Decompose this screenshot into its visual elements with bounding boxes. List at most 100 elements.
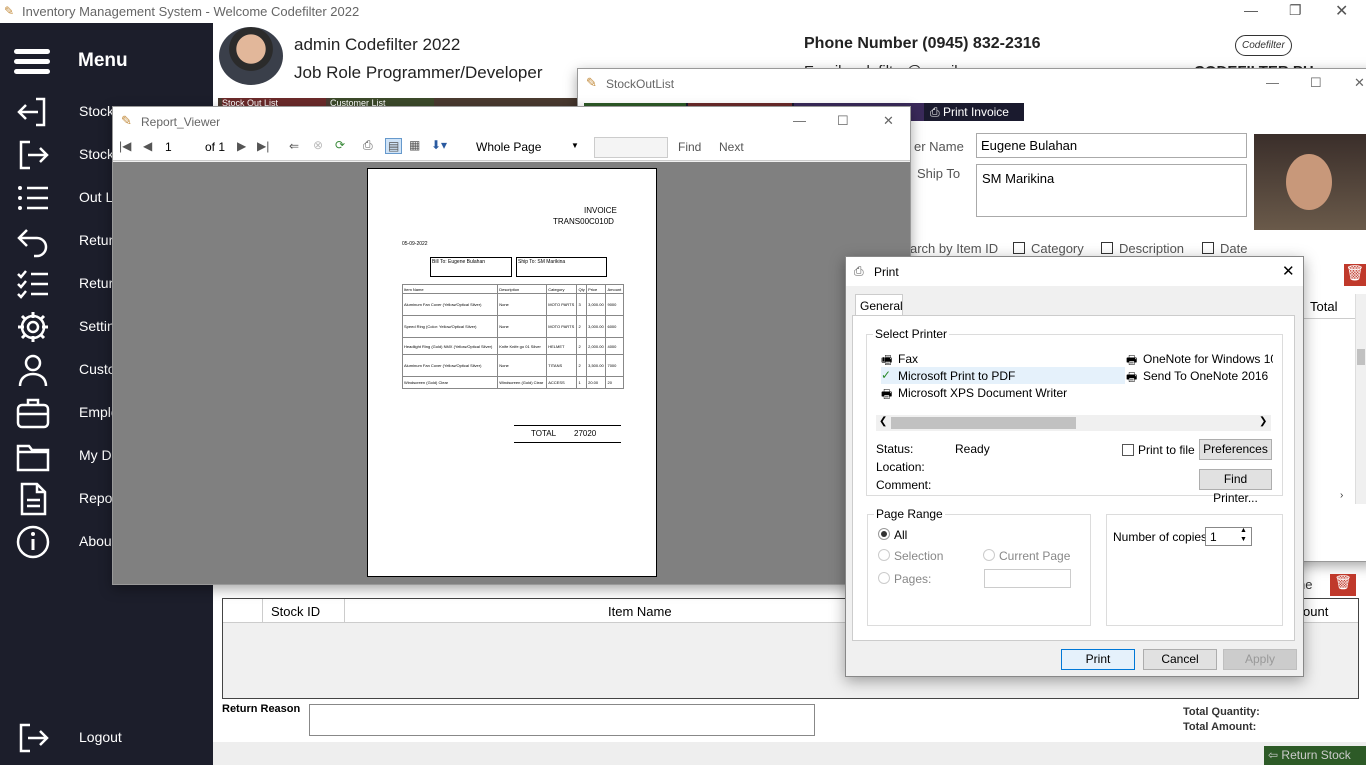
minimize-icon[interactable]: — <box>1244 2 1258 18</box>
stop-icon[interactable]: ⊗ <box>313 138 323 152</box>
page-number-input[interactable]: 1 <box>165 140 172 154</box>
invoice-total-label: TOTAL <box>531 429 557 438</box>
print-to-file-checkbox[interactable] <box>1122 444 1134 456</box>
print-invoice-button[interactable]: ⎙ Print Invoice <box>926 103 1024 121</box>
scroll-right-icon[interactable]: › <box>1340 490 1343 501</box>
printer-icon: 🖶 <box>881 387 893 401</box>
find-printer-button[interactable]: Find Printer... <box>1199 469 1272 505</box>
report-viewer-title: Report_Viewer <box>141 115 221 129</box>
scrollbar-thumb[interactable] <box>891 417 1076 429</box>
date-checkbox[interactable] <box>1202 242 1214 254</box>
stockoutlist-minimize-icon[interactable]: — <box>1266 75 1279 90</box>
copies-stepper[interactable]: 1 ▲ ▼ <box>1205 527 1252 546</box>
scroll-right-icon[interactable]: ❯ <box>1259 416 1267 427</box>
description-checkbox[interactable] <box>1101 242 1113 254</box>
all-radio[interactable] <box>878 528 890 540</box>
find-input[interactable] <box>594 137 668 158</box>
current-page-radio[interactable] <box>983 549 995 561</box>
printer-icon: 🖶 <box>1126 353 1138 367</box>
prev-page-icon[interactable]: ◀ <box>143 139 152 153</box>
col-stock-id: Stock ID <box>271 604 321 619</box>
report-toolbar: |◀ ◀ 1 of 1 ▶ ▶| ⇐ ⊗ ⟳ ⎙ ▤ ▦ ⬇▾ Whole Pa… <box>113 135 910 161</box>
delete-icon[interactable]: 🗑 <box>1344 264 1366 286</box>
invoice-total-box: TOTAL 27020 <box>514 425 621 443</box>
invoice-table: Item Name Description Category Qty Price… <box>401 284 624 389</box>
logout-button[interactable]: Logout <box>0 717 213 760</box>
pages-radio[interactable] <box>878 572 890 584</box>
printer-item-fax[interactable]: 🖷 Fax <box>881 350 1121 367</box>
restore-icon[interactable]: ❐ <box>1289 2 1302 19</box>
print-dialog-close-icon[interactable]: ✕ <box>1282 262 1295 280</box>
logout-icon <box>19 723 49 753</box>
preferences-button[interactable]: Preferences <box>1199 439 1272 460</box>
delete-icon-2[interactable]: 🗑 <box>1330 574 1356 596</box>
list-icon <box>18 186 48 210</box>
stockoutlist-maximize-icon[interactable]: ☐ <box>1310 75 1322 91</box>
return-reason-input[interactable] <box>309 704 815 736</box>
print-to-file-label: Print to file <box>1138 443 1195 457</box>
find-button[interactable]: Find <box>678 140 701 154</box>
printer-item-onenote-windows[interactable]: 🖶 OneNote for Windows 10 <box>1126 350 1273 367</box>
invoice-trans-number: TRANS00C010D <box>553 217 614 226</box>
table-row: Headlight Ring (Gold) NMX (Yellow/Optica… <box>401 337 624 355</box>
printer-item-xps[interactable]: 🖶 Microsoft XPS Document Writer <box>881 384 1121 401</box>
first-page-icon[interactable]: |◀ <box>119 139 131 153</box>
zoom-select[interactable]: Whole Page ▼ <box>473 137 581 157</box>
cancel-button[interactable]: Cancel <box>1143 649 1217 670</box>
printer-item-microsoft-print-to-pdf[interactable]: ✓ Microsoft Print to PDF <box>881 367 1125 384</box>
last-page-icon[interactable]: ▶| <box>257 139 269 153</box>
report-close-icon[interactable]: ✕ <box>883 113 894 129</box>
window-logo-icon: ✎ <box>121 113 132 128</box>
chevron-down-icon[interactable]: ▼ <box>1240 536 1247 543</box>
customer-name-input[interactable]: Eugene Bulahan <box>976 133 1247 158</box>
status-value: Ready <box>955 442 990 456</box>
table-row: Aluminum Fan Cover (Yellow/Optical Silve… <box>401 354 624 377</box>
scroll-left-icon[interactable]: ❮ <box>879 416 887 427</box>
tab-general[interactable]: General <box>855 294 903 316</box>
chevron-down-icon: ▼ <box>571 141 579 150</box>
table-row: Aluminum Fan Cover (Yellow/Optical Silve… <box>401 293 624 316</box>
current-page-label: Current Page <box>999 549 1071 563</box>
print-dialog-titlebar: ⎙ Print ✕ <box>846 257 1303 286</box>
pages-input[interactable] <box>984 569 1071 588</box>
next-page-icon[interactable]: ▶ <box>237 139 246 153</box>
return-arrow-icon: ⇦ <box>1268 748 1279 762</box>
vertical-scrollbar[interactable] <box>1355 294 1366 504</box>
selection-label: Selection <box>894 549 944 563</box>
report-maximize-icon[interactable]: ☐ <box>837 113 849 129</box>
print-icon[interactable]: ⎙ <box>363 138 373 153</box>
return-stock-button[interactable]: ⇦ Return Stock <box>1264 746 1366 765</box>
gear-icon <box>18 312 48 342</box>
close-icon[interactable]: ✕ <box>1335 1 1348 21</box>
print-layout-icon[interactable]: ▤ <box>385 138 403 154</box>
description-filter-label: Description <box>1119 241 1185 256</box>
ship-to-input[interactable]: SM Marikina <box>976 164 1247 217</box>
category-checkbox[interactable] <box>1013 242 1025 254</box>
print-button[interactable]: Print <box>1061 649 1135 670</box>
apply-button[interactable]: Apply <box>1223 649 1297 670</box>
tab-customer-list[interactable]: Customer List <box>330 98 434 106</box>
page-range-group: Page Range All Selection Current Page Pa… <box>867 507 1091 626</box>
document-icon <box>20 482 47 516</box>
page-setup-icon[interactable]: ▦ <box>409 138 420 152</box>
refresh-icon[interactable]: ⟳ <box>335 138 345 152</box>
page-count: of 1 <box>205 140 226 154</box>
stockoutlist-close-icon[interactable]: ✕ <box>1354 75 1365 91</box>
printer-list-scrollbar[interactable]: ❮ ❯ <box>876 415 1271 431</box>
printer-list[interactable]: 🖷 Fax ✓ Microsoft Print to PDF 🖶 Microso… <box>881 350 1273 415</box>
next-button[interactable]: Next <box>719 140 744 154</box>
date-filter-label: Date <box>1220 241 1248 256</box>
header-role: Job Role Programmer/Developer <box>294 63 543 82</box>
export-icon[interactable]: ⬇▾ <box>431 138 447 152</box>
stockoutlist-titlebar: ✎ StockOutList — ☐ ✕ <box>578 69 1366 97</box>
return-icon <box>17 229 48 258</box>
selection-radio[interactable] <box>878 549 890 561</box>
hamburger-icon[interactable] <box>14 49 50 75</box>
report-minimize-icon[interactable]: — <box>793 113 806 128</box>
chevron-up-icon[interactable]: ▲ <box>1240 527 1247 534</box>
back-icon[interactable]: ⇐ <box>289 139 299 153</box>
printer-item-send-to-onenote[interactable]: 🖶 Send To OneNote 2016 <box>1126 367 1273 384</box>
report-viewer-titlebar: ✎ Report_Viewer — ☐ ✕ <box>113 107 910 135</box>
invoice-total-value: 27020 <box>574 429 597 438</box>
tab-stock-out-list[interactable]: Stock Out List <box>222 98 326 106</box>
